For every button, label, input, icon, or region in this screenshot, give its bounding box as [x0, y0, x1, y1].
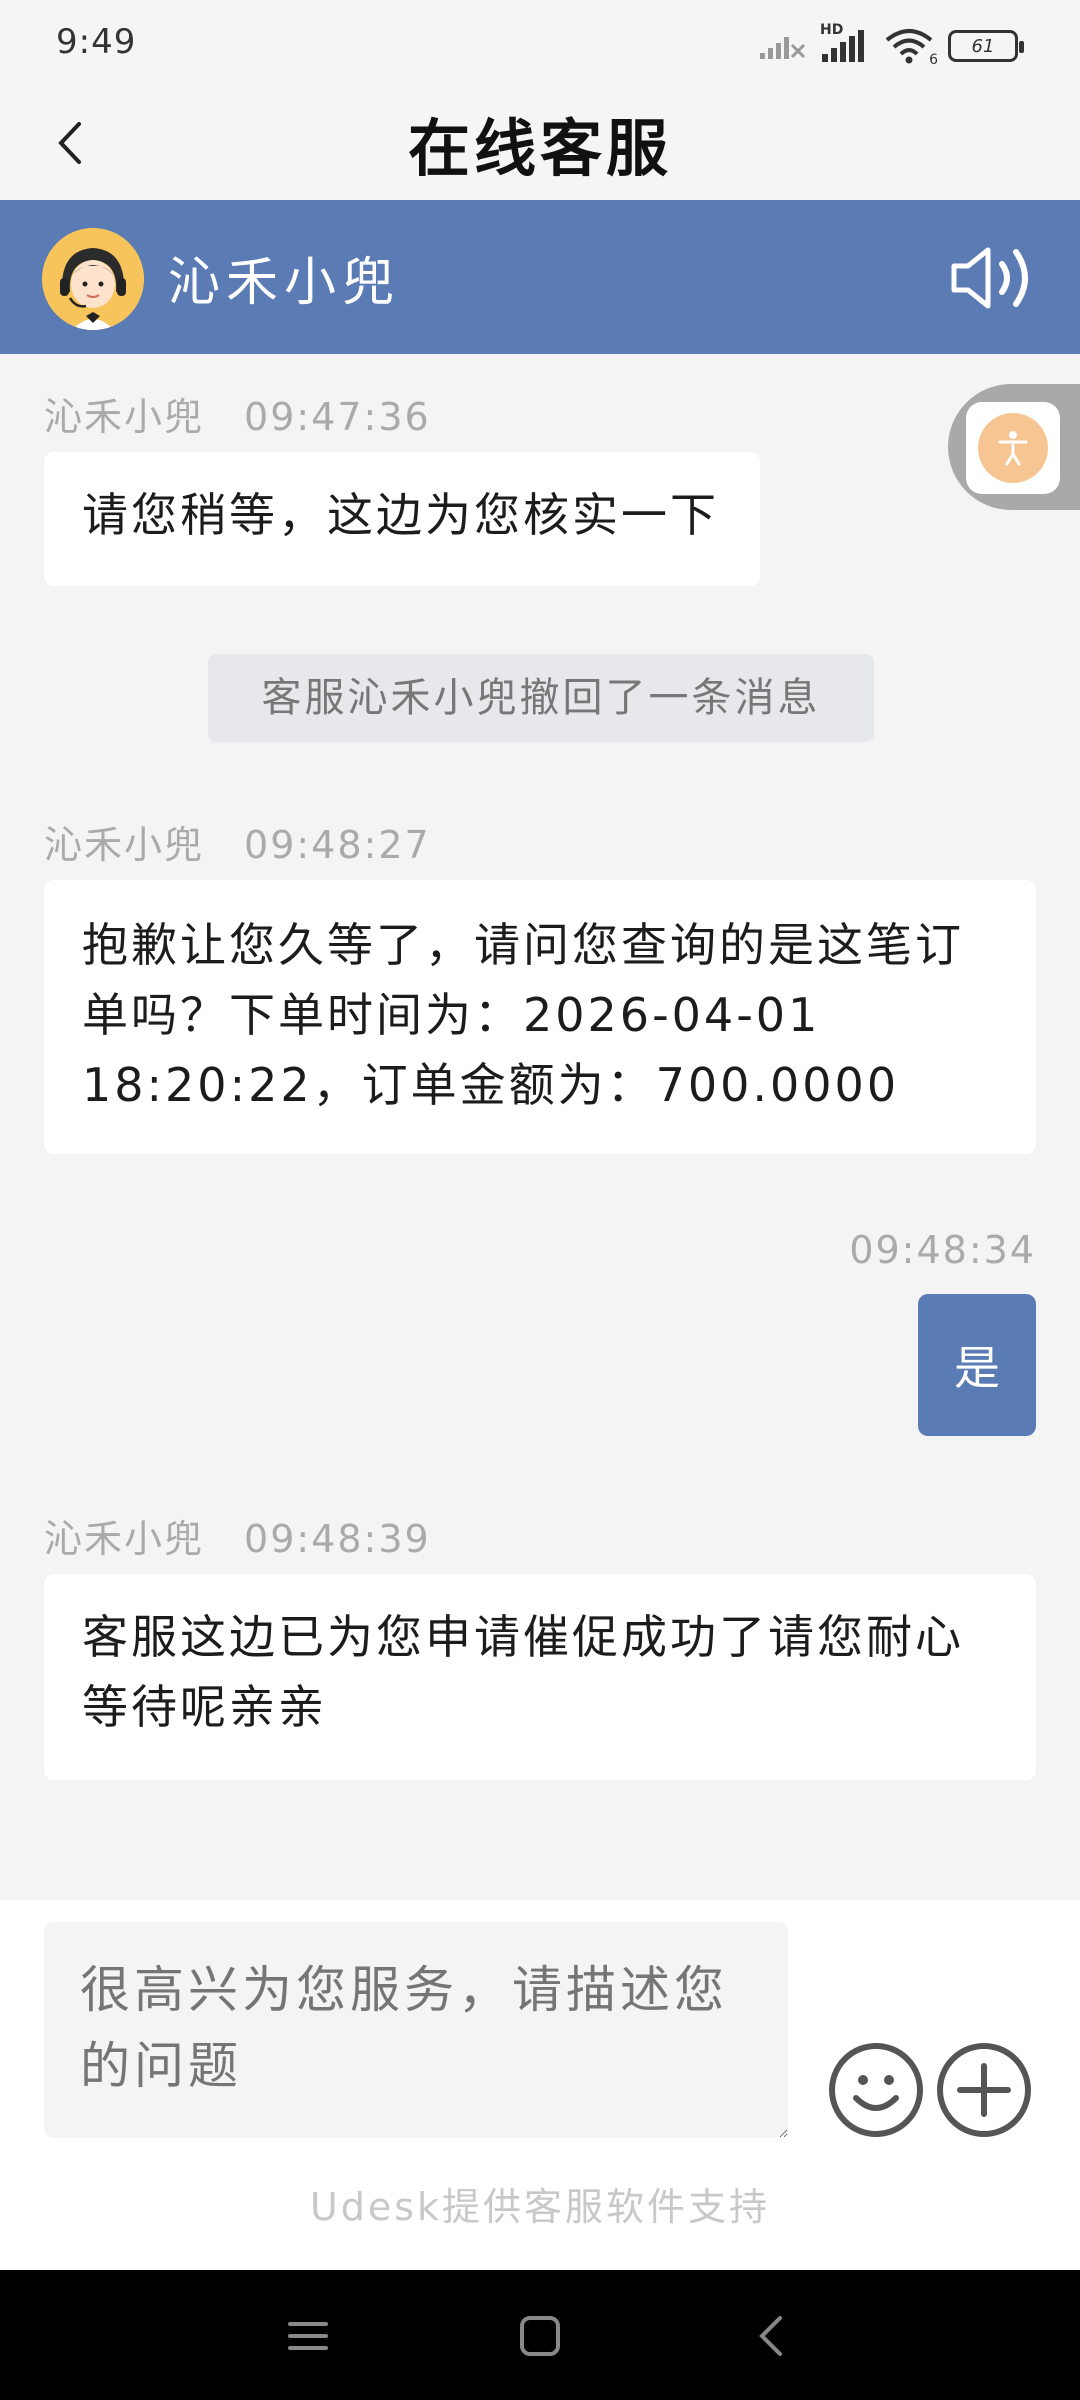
system-navigation-bar	[0, 2270, 1080, 2400]
page-title: 在线客服	[407, 112, 672, 185]
title-bar: 在线客服	[0, 86, 1080, 200]
sender-name: 沁禾小兜	[44, 1517, 205, 1561]
floating-accessibility-button[interactable]	[948, 384, 1080, 510]
signal-off-icon	[760, 37, 806, 59]
message-meta: 沁禾小兜 09:47:36	[44, 386, 431, 441]
agent-header: 沁禾小兜	[0, 200, 1080, 354]
speaker-icon	[951, 247, 1028, 309]
message-time: 09:48:34	[849, 1228, 1036, 1272]
wifi-icon: 6	[884, 28, 938, 68]
nav-home-button[interactable]	[508, 2306, 572, 2366]
message-time: 09:48:39	[244, 1517, 431, 1561]
user-message-bubble: 是	[918, 1294, 1036, 1436]
nav-menu-button[interactable]	[276, 2306, 340, 2366]
agent-avatar	[42, 228, 144, 330]
sender-name: 沁禾小兜	[44, 395, 205, 439]
battery-indicator: 61	[948, 30, 1024, 62]
agent-message-bubble: 客服这边已为您申请催促成功了请您耐心等待呢亲亲	[44, 1574, 1036, 1780]
status-bar: 9:49 HD 6 61	[0, 0, 1080, 86]
message-time: 09:47:36	[244, 395, 431, 439]
agent-message-bubble: 抱歉让您久等了，请问您查询的是这笔订单吗？下单时间为：2026-04-01 18…	[44, 880, 1036, 1154]
sender-name: 沁禾小兜	[44, 823, 205, 867]
agent-name: 沁禾小兜	[168, 253, 401, 313]
sound-toggle-button[interactable]	[948, 242, 1042, 314]
powered-by-text: Udesk提供客服软件支持	[309, 2185, 771, 2229]
status-time: 9:49	[56, 22, 137, 62]
agent-message-bubble: 请您稍等，这边为您核实一下	[44, 452, 760, 586]
person-icon	[998, 431, 1028, 466]
message-input[interactable]	[44, 1922, 788, 2138]
plus-circle-icon	[937, 2043, 1031, 2137]
nav-back-button[interactable]	[740, 2306, 804, 2366]
signal-hd-icon: HD	[820, 22, 870, 64]
smiley-icon	[829, 2043, 923, 2137]
menu-icon	[288, 2322, 328, 2350]
message-meta: 沁禾小兜 09:48:27	[44, 814, 431, 869]
back-arrow-icon	[759, 2316, 782, 2356]
status-icons: HD 6 61	[758, 22, 1024, 68]
message-meta: 沁禾小兜 09:48:39	[44, 1508, 431, 1563]
home-square-icon	[520, 2316, 560, 2356]
wifi-badge: 6	[929, 52, 938, 68]
emoji-button[interactable]	[828, 2042, 924, 2138]
composer-area: Udesk提供客服软件支持	[0, 1900, 1080, 2270]
message-time: 09:48:27	[244, 823, 431, 867]
system-recall-notice: 客服沁禾小兜撤回了一条消息	[208, 654, 874, 742]
headset-agent-icon	[42, 228, 144, 330]
more-options-button[interactable]	[936, 2042, 1032, 2138]
chat-page: 9:49 HD 6 61 在线客服 沁禾小兜 沁禾小兜 09:47:36 请您稍…	[0, 0, 1080, 2400]
